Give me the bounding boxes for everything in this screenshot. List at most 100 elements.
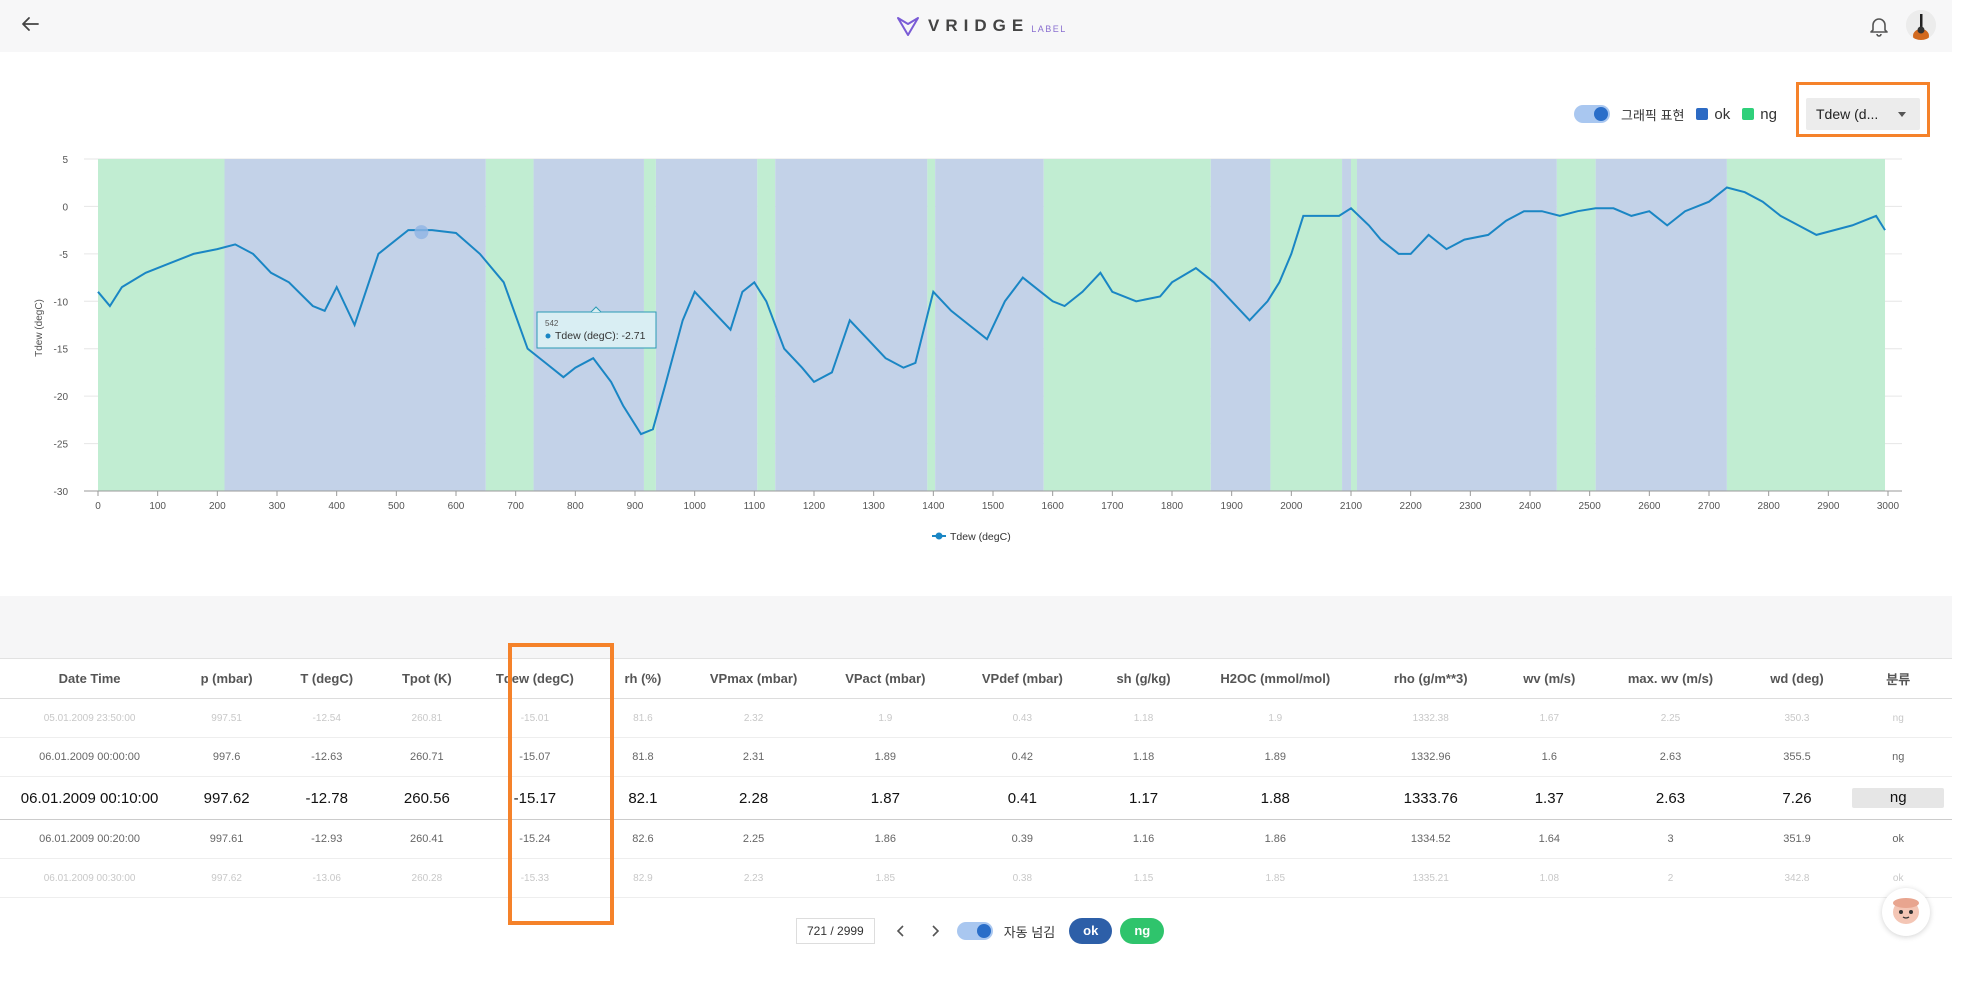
table-cell: 3 xyxy=(1591,819,1750,859)
table-cell: 997.51 xyxy=(179,698,275,738)
table-cell: 1.37 xyxy=(1507,776,1592,820)
table-cell: -12.93 xyxy=(274,819,380,859)
y-tick-label: 0 xyxy=(62,202,68,213)
column-header: wd (deg) xyxy=(1749,658,1845,699)
class-badge[interactable]: ng xyxy=(1852,788,1945,808)
band-ok xyxy=(1210,159,1271,491)
x-tick-label: 100 xyxy=(149,501,166,512)
bell-icon[interactable] xyxy=(1868,14,1890,38)
x-tick-label: 500 xyxy=(388,501,405,512)
chevron-right-icon[interactable] xyxy=(927,921,943,941)
x-tick-label: 1000 xyxy=(684,501,707,512)
table-cell: 1.89 xyxy=(816,737,954,777)
table-cell: 1334.52 xyxy=(1354,819,1508,859)
table-cell: 997.61 xyxy=(179,819,275,859)
table-cell: -13.06 xyxy=(274,858,380,898)
tdew-line-chart[interactable]: 5 0 -5 -10 -15 -20 -25 -30 0 100 200 300 400 500 600 70… xyxy=(0,140,1969,560)
table-cell: 1.18 xyxy=(1090,737,1197,777)
band-ng xyxy=(927,159,936,491)
table-cell: 2.28 xyxy=(690,776,817,820)
x-tick-label: 0 xyxy=(95,501,101,512)
band-ng xyxy=(1270,159,1343,491)
x-tick-label: 2400 xyxy=(1519,501,1542,512)
chevron-left-icon[interactable] xyxy=(893,921,909,941)
band-ok xyxy=(655,159,758,491)
y-tick-label: -30 xyxy=(54,487,69,498)
band-ok xyxy=(775,159,928,491)
legend-ok-swatch xyxy=(1696,108,1709,120)
table-cell: 81.8 xyxy=(595,737,691,777)
table-cell: -15.24 xyxy=(474,819,596,859)
chart-tooltip: 542 Tdew (degC): -2.71 xyxy=(536,306,657,349)
graphic-toggle-label: 그래픽 표현 xyxy=(1621,107,1685,123)
table-cell: 355.5 xyxy=(1749,737,1845,777)
table-row[interactable]: 05.01.2009 23:50:00 997.51 -12.54 260.81 -15… xyxy=(0,698,1952,738)
table-cell: -12.54 xyxy=(274,698,380,738)
table-row-current[interactable]: 06.01.2009 00:10:00 997.62 -12.78 260.56 -15… xyxy=(0,776,1952,820)
table-row[interactable]: 06.01.2009 00:20:00 997.61 -12.93 260.41 -15… xyxy=(0,819,1952,859)
dropdown-value: Tdew (d... xyxy=(1816,106,1879,122)
page-indicator[interactable]: 721 / 2999 xyxy=(796,918,875,944)
table-cell: -15.07 xyxy=(474,737,596,777)
table-cell: 342.8 xyxy=(1749,858,1845,898)
y-axis-label: Tdew (degC) xyxy=(34,299,45,357)
x-tick-label: 200 xyxy=(209,501,226,512)
table-cell: -12.63 xyxy=(274,737,380,777)
class-cell: ng xyxy=(1844,737,1952,777)
table-cell: 1333.76 xyxy=(1354,776,1508,820)
x-tick-label: 2300 xyxy=(1459,501,1482,512)
table-cell: 2 xyxy=(1591,858,1750,898)
table-cell: 2.23 xyxy=(690,858,817,898)
vridge-logo-icon xyxy=(897,17,919,36)
column-select-dropdown[interactable]: Tdew (d... xyxy=(1806,98,1920,130)
table-cell: 260.71 xyxy=(379,737,475,777)
ng-button[interactable]: ng xyxy=(1120,918,1165,944)
table-cell: 260.28 xyxy=(379,858,475,898)
x-tick-label: 2800 xyxy=(1758,501,1781,512)
table-cell: 997.62 xyxy=(179,776,275,820)
band-ng xyxy=(98,159,225,491)
table-cell: 260.41 xyxy=(379,819,475,859)
x-tick-label: 300 xyxy=(269,501,286,512)
table-cell: -15.33 xyxy=(474,858,596,898)
table-cell: 0.41 xyxy=(953,776,1091,820)
table-cell: 06.01.2009 00:30:00 xyxy=(0,858,180,898)
band-ok xyxy=(935,159,1044,491)
column-header: 분류 xyxy=(1844,658,1952,699)
column-header: Tpot (K) xyxy=(379,658,475,699)
table-cell: 06.01.2009 00:00:00 xyxy=(0,737,180,777)
top-bar: VRIDGE LABEL xyxy=(0,0,1952,52)
table-cell: 0.43 xyxy=(953,698,1091,738)
user-avatar[interactable] xyxy=(1906,10,1936,40)
chart-controls: 그래픽 표현 ok ng xyxy=(1574,100,1777,128)
column-header: sh (g/kg) xyxy=(1090,658,1197,699)
table-cell: 2.31 xyxy=(690,737,817,777)
table-row[interactable]: 06.01.2009 00:30:00 997.62 -13.06 260.28 -15… xyxy=(0,858,1952,898)
tooltip-text: Tdew (degC): -2.71 xyxy=(555,330,646,342)
table-cell: 351.9 xyxy=(1749,819,1845,859)
auto-advance-toggle[interactable] xyxy=(956,922,993,940)
band-ng xyxy=(1726,159,1886,491)
ok-button[interactable]: ok xyxy=(1069,918,1113,944)
column-header: wv (m/s) xyxy=(1507,658,1592,699)
chatbot-button[interactable] xyxy=(1882,888,1930,936)
chart-legend: Tdew (degC) xyxy=(932,531,1011,543)
hover-point xyxy=(414,225,429,240)
x-tick-label: 2700 xyxy=(1698,501,1721,512)
x-tick-label: 800 xyxy=(567,501,584,512)
back-arrow-icon[interactable] xyxy=(18,12,42,36)
table-row[interactable]: 06.01.2009 00:00:00 997.6 -12.63 260.71 -15.… xyxy=(0,737,1952,777)
table-cell: 2.25 xyxy=(1591,698,1750,738)
tooltip-dot xyxy=(545,333,551,339)
class-cell: ng xyxy=(1844,698,1952,738)
x-tick-label: 400 xyxy=(328,501,345,512)
section-divider xyxy=(0,596,1952,659)
band-ng xyxy=(485,159,534,491)
table-cell: -12.78 xyxy=(274,776,380,820)
graphic-toggle[interactable] xyxy=(1574,105,1610,123)
column-header: p (mbar) xyxy=(179,658,275,699)
x-tick-label: 1100 xyxy=(744,501,766,512)
pager: 721 / 2999 자동 넘김 ok ng xyxy=(796,918,1165,944)
column-header: T (degC) xyxy=(274,658,380,699)
legend-ng-swatch xyxy=(1742,108,1755,120)
